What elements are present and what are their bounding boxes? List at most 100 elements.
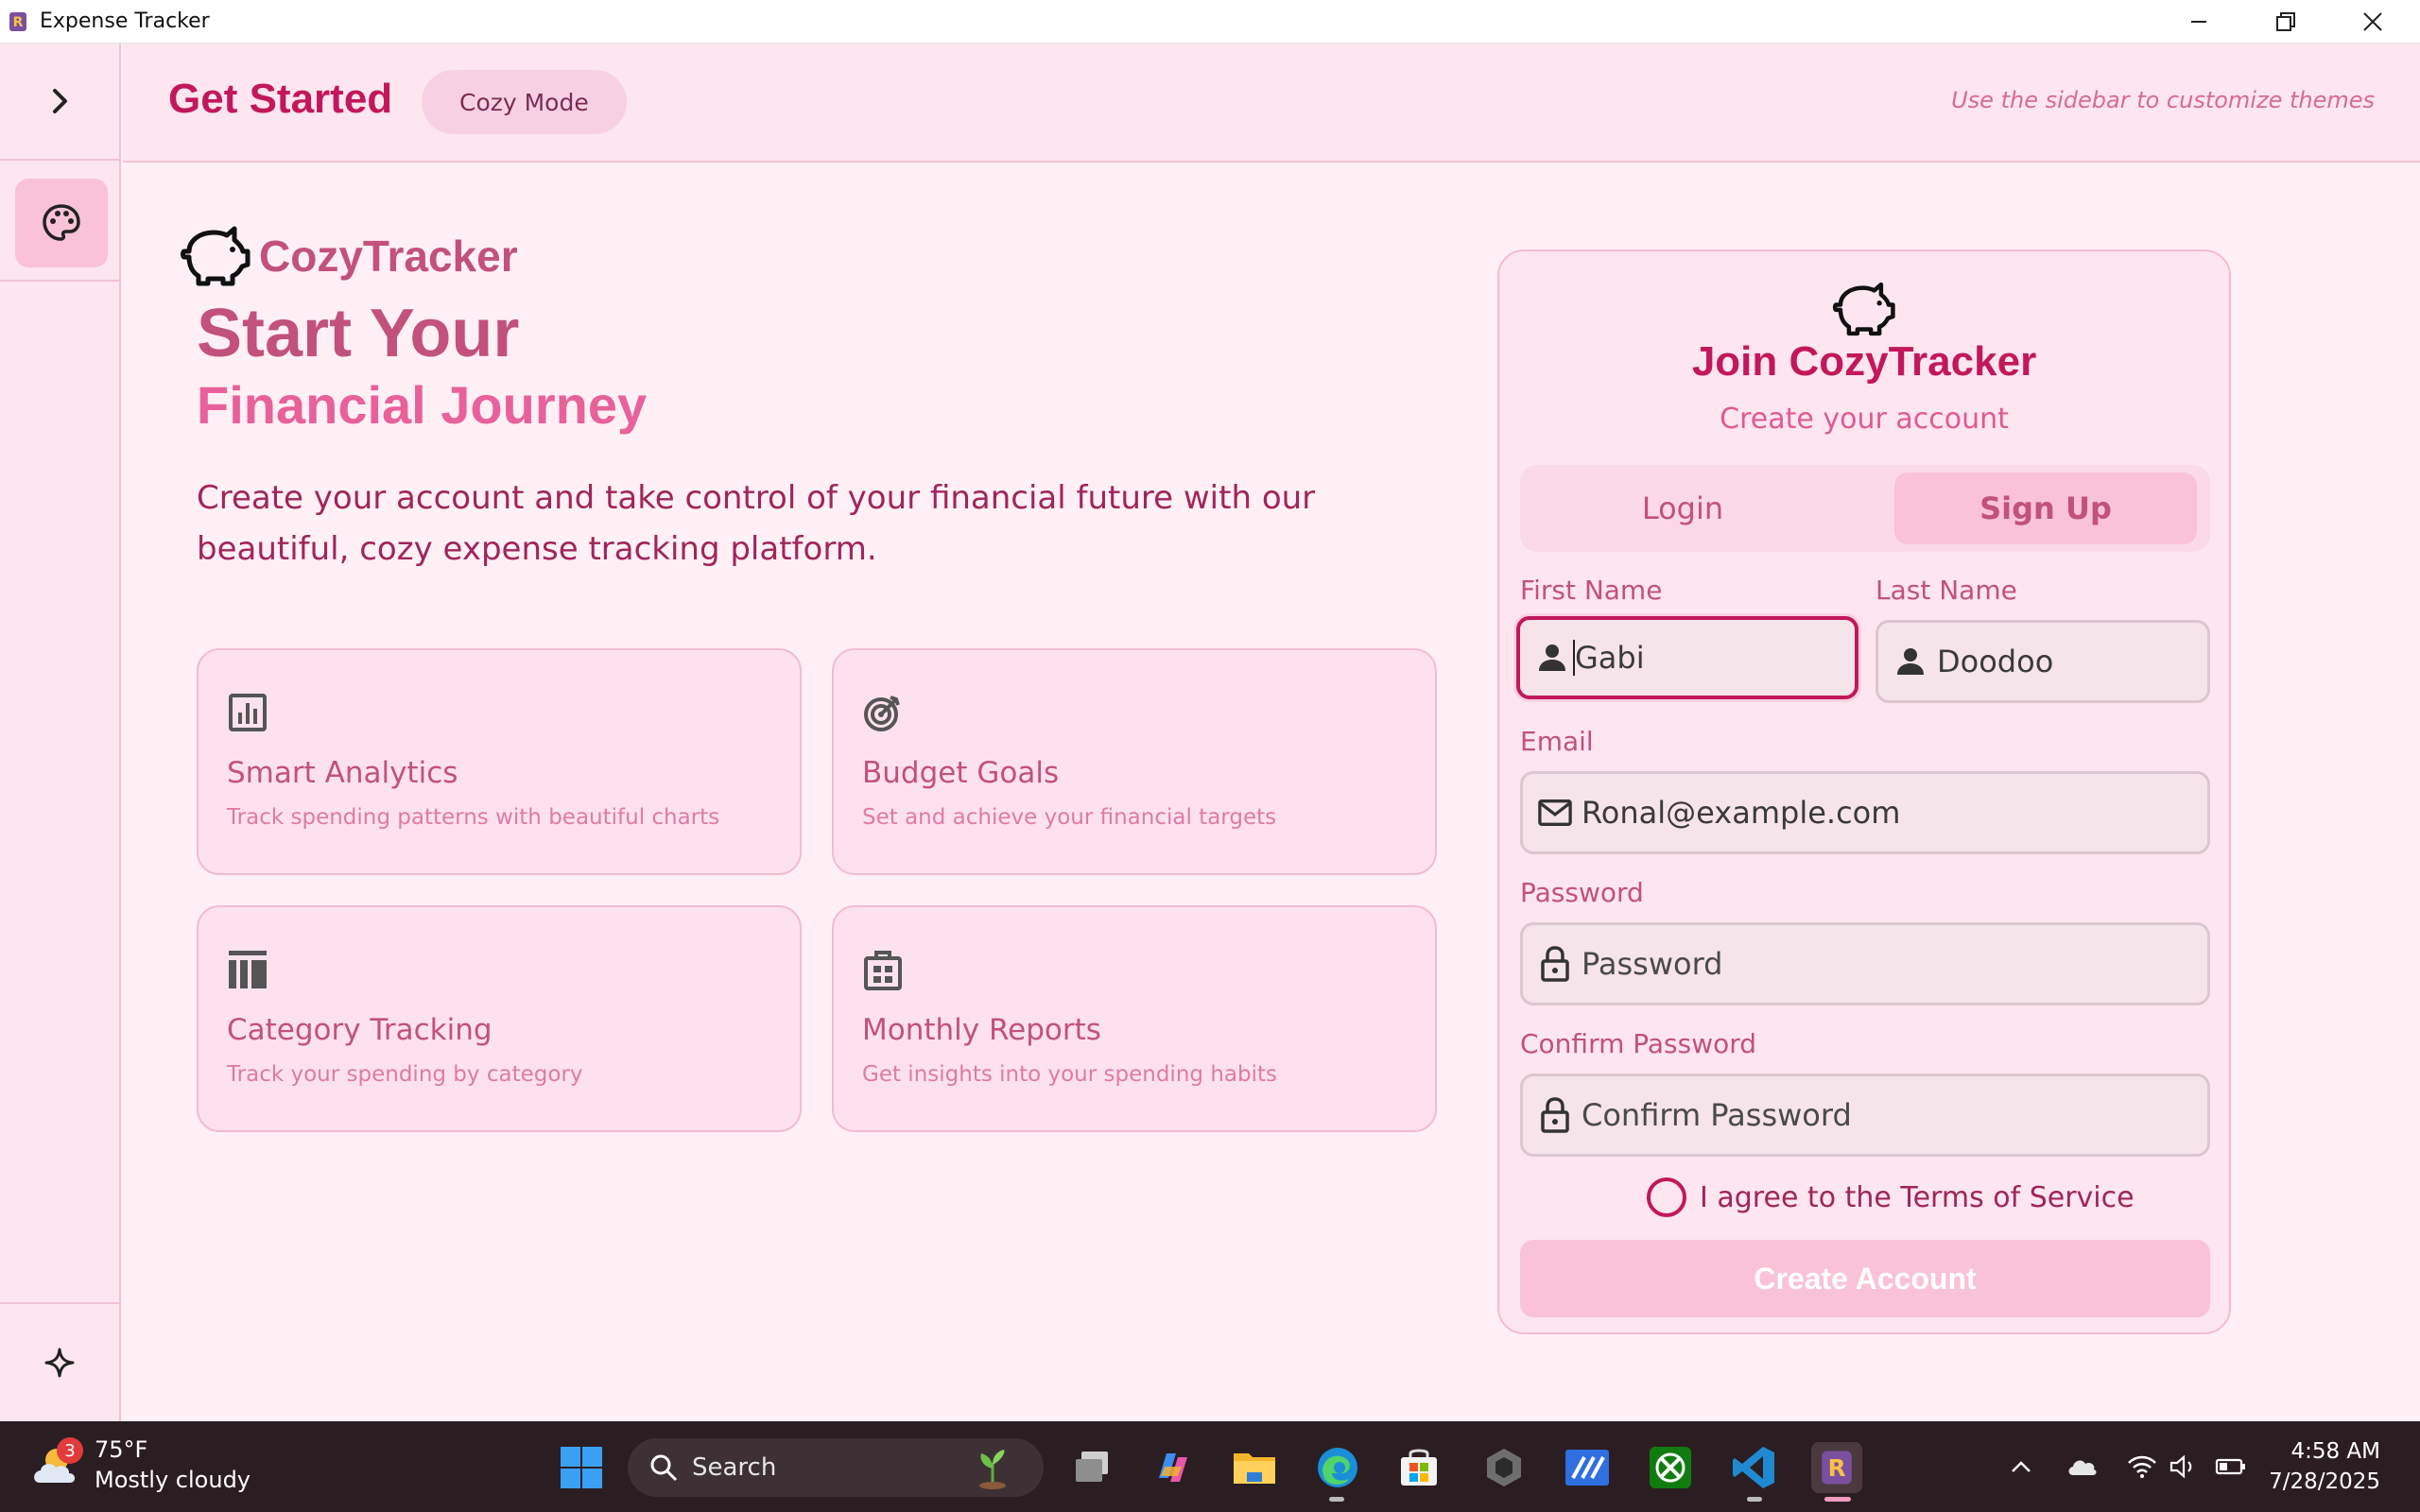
svg-text:R: R — [13, 15, 24, 30]
confirm-password-label: Confirm Password — [1520, 1028, 1757, 1059]
taskbar-clock[interactable]: 4:58 AM 7/28/2025 — [2269, 1436, 2380, 1497]
confirm-password-field[interactable]: Confirm Password — [1520, 1074, 2210, 1157]
tab-login[interactable]: Login — [1531, 472, 1834, 544]
brand-name: CozyTracker — [259, 232, 518, 281]
window-titlebar: R Expense Tracker — [0, 0, 2420, 43]
svg-text:R: R — [1828, 1454, 1846, 1482]
xbox-icon — [1650, 1447, 1691, 1488]
active-app-indicator — [1824, 1497, 1851, 1502]
speaker-icon — [2169, 1454, 2192, 1479]
tab-signup[interactable]: Sign Up — [1894, 472, 2197, 544]
auth-tabs: Login Sign Up — [1520, 465, 2210, 552]
page-header: Get Started Cozy Mode Use the sidebar to… — [123, 43, 2420, 163]
task-view-icon — [1076, 1452, 1108, 1482]
password-field[interactable]: Password — [1520, 922, 2210, 1005]
app-logo-icon: R — [6, 9, 30, 34]
search-icon — [650, 1454, 678, 1482]
volume-tray-icon[interactable] — [2165, 1446, 2203, 1487]
taskbar-search[interactable]: Search — [628, 1438, 1044, 1497]
feature-card-budget-goals: Budget Goals Set and achieve your financ… — [832, 648, 1437, 875]
first-name-label: First Name — [1520, 575, 1663, 606]
sidebar-divider — [0, 280, 119, 282]
taskbar: 3 75°F Mostly cloudy Search R 4:58 AM 7/… — [0, 1421, 2420, 1512]
expense-tracker-icon: R — [1822, 1451, 1852, 1485]
feature-title: Category Tracking — [227, 1013, 493, 1047]
email-value: Ronal@example.com — [1582, 795, 1901, 831]
sparkle-icon — [44, 1348, 75, 1378]
vscode-button[interactable] — [1728, 1442, 1779, 1493]
wifi-tray-icon[interactable] — [2123, 1446, 2161, 1487]
last-name-field[interactable]: Doodoo — [1876, 620, 2210, 703]
sidebar — [0, 43, 121, 1421]
email-label: Email — [1520, 726, 1594, 757]
sidebar-expand-button[interactable] — [0, 43, 119, 161]
last-name-label: Last Name — [1876, 575, 2017, 606]
reports-icon — [864, 951, 902, 990]
signup-title: Join CozyTracker — [1691, 338, 2037, 385]
signup-subtitle: Create your account — [1720, 403, 2009, 436]
first-name-field[interactable]: Gabi — [1516, 616, 1858, 699]
theme-palette-button[interactable] — [15, 179, 108, 267]
cloud-icon — [2068, 1460, 2097, 1475]
chevron-up-icon — [2012, 1461, 2031, 1472]
first-name-value: Gabi — [1575, 640, 1645, 676]
file-explorer-button[interactable] — [1229, 1442, 1280, 1493]
mail-app-button[interactable] — [1562, 1442, 1613, 1493]
theme-hint-text: Use the sidebar to customize themes — [1951, 87, 2375, 113]
hero-description: Create your account and take control of … — [197, 479, 1316, 568]
page-title: Get Started — [168, 76, 393, 122]
signup-panel: Join CozyTracker Create your account Log… — [1497, 249, 2231, 1334]
dev-tool-button[interactable] — [1478, 1442, 1530, 1493]
person-icon — [1535, 641, 1569, 675]
edge-icon — [1318, 1448, 1357, 1487]
feature-card-smart-analytics: Smart Analytics Track spending patterns … — [197, 648, 802, 875]
battery-icon — [2215, 1458, 2245, 1475]
task-view-button[interactable] — [1066, 1442, 1117, 1493]
xbox-button[interactable] — [1645, 1442, 1696, 1493]
terms-checkbox-row[interactable]: I agree to the Terms of Service — [1647, 1177, 2135, 1217]
target-icon — [864, 696, 900, 731]
minimize-button[interactable] — [2155, 0, 2242, 43]
onedrive-tray-icon[interactable] — [2063, 1446, 2100, 1487]
weather-badge: 3 — [57, 1437, 83, 1464]
store-button[interactable] — [1393, 1442, 1444, 1493]
feature-title: Monthly Reports — [862, 1013, 1101, 1047]
start-button[interactable] — [556, 1442, 607, 1493]
create-account-button[interactable]: Create Account — [1520, 1240, 2210, 1317]
analytics-icon — [229, 694, 267, 731]
expense-tracker-taskbar-button[interactable]: R — [1811, 1442, 1862, 1493]
copilot-icon — [1159, 1453, 1187, 1482]
edge-browser-button[interactable] — [1312, 1442, 1363, 1493]
last-name-value: Doodoo — [1937, 644, 2054, 679]
maximize-button[interactable] — [2242, 0, 2329, 43]
running-indicator — [1747, 1497, 1762, 1502]
person-icon — [1893, 644, 1927, 679]
email-field[interactable]: Ronal@example.com — [1520, 771, 2210, 854]
weather-temp: 75°F — [95, 1436, 148, 1463]
cozy-mode-badge[interactable]: Cozy Mode — [422, 70, 627, 134]
weather-widget[interactable]: 3 75°F Mostly cloudy — [28, 1435, 251, 1495]
search-placeholder: Search — [692, 1453, 777, 1482]
piggy-bank-icon — [181, 226, 251, 286]
tray-overflow-button[interactable] — [2002, 1446, 2040, 1487]
hero-heading: Start Your — [197, 296, 520, 371]
brand-header: CozyTracker — [180, 223, 518, 289]
folder-icon — [1234, 1453, 1275, 1484]
feature-card-category-tracking: Category Tracking Track your spending by… — [197, 905, 802, 1132]
terms-label: I agree to the Terms of Service — [1700, 1180, 2135, 1214]
copilot-button[interactable] — [1148, 1442, 1199, 1493]
sidebar-sparkle-button[interactable] — [0, 1302, 119, 1421]
clock-time: 4:58 AM — [2290, 1439, 2380, 1464]
close-button[interactable] — [2329, 0, 2416, 43]
stylized-app-icon — [1565, 1450, 1609, 1486]
password-placeholder: Password — [1582, 946, 1723, 982]
weather-condition: Mostly cloudy — [95, 1467, 251, 1493]
piggy-bank-icon — [1832, 282, 1895, 336]
feature-description: Track spending patterns with beautiful c… — [227, 805, 720, 830]
feature-title: Smart Analytics — [227, 756, 458, 790]
chevron-right-icon — [53, 89, 67, 113]
clock-date: 7/28/2025 — [2269, 1469, 2380, 1494]
terms-checkbox[interactable] — [1647, 1177, 1686, 1217]
battery-tray-icon[interactable] — [2212, 1446, 2250, 1487]
hero-subheading: Financial Journey — [197, 375, 648, 435]
